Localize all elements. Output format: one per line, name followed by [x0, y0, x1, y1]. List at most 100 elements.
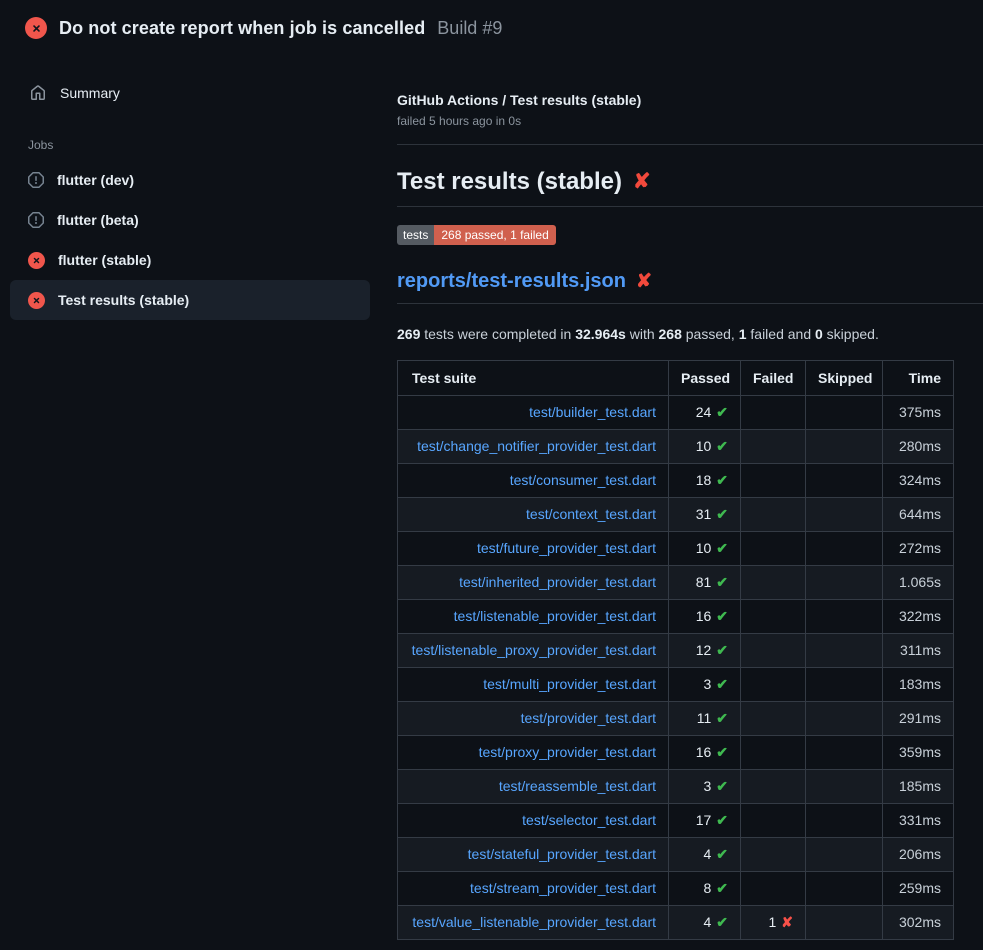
failed-status-icon [28, 252, 45, 269]
skipped-cell [806, 430, 883, 464]
col-header-passed: Passed [669, 361, 741, 396]
skipped-cell [806, 736, 883, 770]
test-suite-link[interactable]: test/selector_test.dart [522, 812, 656, 828]
failed-x-icon: ✘ [636, 269, 652, 294]
sidebar-summary-label: Summary [60, 85, 120, 101]
passed-value: 10 [696, 540, 712, 556]
test-suite-link[interactable]: test/context_test.dart [526, 506, 656, 522]
col-header-failed: Failed [741, 361, 806, 396]
time-value: 311ms [883, 634, 954, 668]
passed-value: 11 [697, 710, 712, 726]
table-row: test/listenable_provider_test.dart 16✔ ✘… [398, 600, 954, 634]
passed-value: 18 [696, 472, 712, 488]
test-suite-link[interactable]: test/inherited_provider_test.dart [459, 574, 656, 590]
passed-value: 4 [703, 914, 711, 930]
passed-value: 3 [703, 778, 711, 794]
test-suite-link[interactable]: test/change_notifier_provider_test.dart [417, 438, 656, 454]
skipped-cell [806, 532, 883, 566]
time-value: 359ms [883, 736, 954, 770]
summary-text: passed, [682, 326, 739, 342]
time-value: 206ms [883, 838, 954, 872]
time-value: 324ms [883, 464, 954, 498]
summary-line: 269 tests were completed in 32.964s with… [397, 326, 983, 342]
job-label: flutter (stable) [58, 252, 151, 268]
table-row: test/proxy_provider_test.dart 16✔ ✘ 359m… [398, 736, 954, 770]
skipped-cell [806, 872, 883, 906]
passed-value: 4 [703, 846, 711, 862]
report-title: reports/test-results.json ✘ [397, 269, 983, 304]
sidebar-item-flutter-beta[interactable]: flutter (beta) [10, 200, 370, 240]
build-header: Do not create report when job is cancell… [0, 0, 983, 56]
table-row: test/builder_test.dart 24✔ ✘ 375ms [398, 396, 954, 430]
summary-text: with [626, 326, 659, 342]
skipped-cell [806, 906, 883, 940]
time-value: 280ms [883, 430, 954, 464]
check-icon: ✔ [716, 914, 728, 930]
test-suite-link[interactable]: test/reassemble_test.dart [499, 778, 656, 794]
skipped-cell [806, 566, 883, 600]
skipped-cell [806, 498, 883, 532]
test-suite-link[interactable]: test/value_listenable_provider_test.dart [412, 914, 656, 930]
check-icon: ✔ [716, 676, 728, 692]
time-value: 322ms [883, 600, 954, 634]
summary-text: failed and [747, 326, 816, 342]
passed-value: 31 [696, 506, 712, 522]
check-icon: ✔ [716, 812, 728, 828]
test-suite-link[interactable]: test/multi_provider_test.dart [483, 676, 656, 692]
skipped-cell [806, 804, 883, 838]
divider [397, 144, 983, 145]
table-row: test/context_test.dart 31✔ ✘ 644ms [398, 498, 954, 532]
check-icon: ✔ [716, 744, 728, 760]
table-row: test/stateful_provider_test.dart 4✔ ✘ 20… [398, 838, 954, 872]
test-suite-link[interactable]: test/builder_test.dart [529, 404, 656, 420]
table-row: test/change_notifier_provider_test.dart … [398, 430, 954, 464]
job-label: flutter (dev) [57, 172, 134, 188]
test-suite-link[interactable]: test/stream_provider_test.dart [470, 880, 656, 896]
test-suite-link[interactable]: test/listenable_provider_test.dart [454, 608, 656, 624]
skipped-cell [806, 464, 883, 498]
passed-value: 10 [696, 438, 712, 454]
sidebar-item-summary[interactable]: Summary [0, 80, 380, 106]
time-value: 185ms [883, 770, 954, 804]
check-icon: ✔ [716, 404, 728, 420]
results-table: Test suite Passed Failed Skipped Time te… [397, 360, 954, 940]
table-row: test/inherited_provider_test.dart 81✔ ✘ … [398, 566, 954, 600]
test-suite-link[interactable]: test/provider_test.dart [521, 710, 656, 726]
check-icon: ✔ [716, 846, 728, 862]
jobs-section-label: Jobs [28, 138, 380, 152]
workflow-run-title: Do not create report when job is cancell… [59, 18, 425, 39]
summary-text: tests were completed in [420, 326, 575, 342]
skipped-count: 0 [815, 326, 823, 342]
skipped-cell [806, 634, 883, 668]
skipped-cell [806, 600, 883, 634]
test-suite-link[interactable]: test/proxy_provider_test.dart [479, 744, 656, 760]
col-header-skipped: Skipped [806, 361, 883, 396]
table-row: test/stream_provider_test.dart 8✔ ✘ 259m… [398, 872, 954, 906]
sidebar-item-flutter-stable[interactable]: flutter (stable) [10, 240, 370, 280]
table-row: test/provider_test.dart 11✔ ✘ 291ms [398, 702, 954, 736]
check-icon: ✔ [716, 710, 728, 726]
test-suite-link[interactable]: test/consumer_test.dart [510, 472, 656, 488]
table-row: test/value_listenable_provider_test.dart… [398, 906, 954, 940]
report-file-link[interactable]: reports/test-results.json [397, 269, 626, 294]
time-value: 375ms [883, 396, 954, 430]
sidebar: Summary Jobs flutter (dev) flutter (beta… [0, 56, 380, 320]
results-table-body: test/builder_test.dart 24✔ ✘ 375ms test/… [398, 396, 954, 940]
job-label: Test results (stable) [58, 292, 189, 308]
time-value: 291ms [883, 702, 954, 736]
sidebar-item-flutter-dev[interactable]: flutter (dev) [10, 160, 370, 200]
time-value: 644ms [883, 498, 954, 532]
summary-text: skipped. [823, 326, 879, 342]
test-suite-link[interactable]: test/listenable_proxy_provider_test.dart [412, 642, 656, 658]
cross-icon: ✘ [781, 914, 793, 930]
breadcrumb: GitHub Actions / Test results (stable) [397, 92, 983, 108]
sidebar-item-test-results-stable[interactable]: Test results (stable) [10, 280, 370, 320]
test-suite-link[interactable]: test/future_provider_test.dart [477, 540, 656, 556]
failed-x-icon: ✘ [633, 167, 651, 197]
col-header-time: Time [883, 361, 954, 396]
failed-count: 1 [739, 326, 747, 342]
run-status-line: failed 5 hours ago in 0s [397, 114, 983, 128]
test-suite-link[interactable]: test/stateful_provider_test.dart [468, 846, 656, 862]
passed-value: 24 [696, 404, 712, 420]
failed-value: 1 [768, 914, 776, 930]
